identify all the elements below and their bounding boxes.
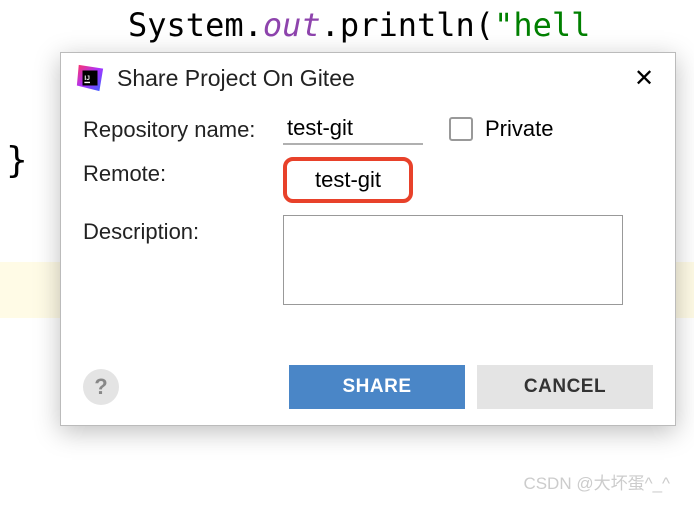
svg-text:IJ: IJ — [84, 75, 90, 82]
help-button[interactable]: ? — [83, 369, 119, 405]
intellij-icon: IJ — [75, 63, 105, 93]
repo-name-label: Repository name: — [83, 113, 283, 143]
remote-label: Remote: — [83, 157, 283, 187]
description-label: Description: — [83, 215, 283, 245]
remote-input[interactable]: test-git — [283, 157, 413, 203]
private-label: Private — [485, 116, 553, 142]
cancel-button[interactable]: CANCEL — [477, 365, 653, 409]
code-background: System.out.println("hell — [0, 6, 694, 44]
code-brace: } — [6, 140, 28, 181]
watermark: CSDN @大坏蛋^_^ — [523, 469, 670, 494]
close-icon[interactable]: ✕ — [631, 64, 657, 93]
repo-name-input[interactable] — [283, 113, 423, 145]
share-button[interactable]: SHARE — [289, 365, 465, 409]
dialog-titlebar: IJ Share Project On Gitee ✕ — [61, 53, 675, 101]
share-project-dialog: IJ Share Project On Gitee ✕ Repository n… — [60, 52, 676, 426]
description-input[interactable] — [283, 215, 623, 305]
private-checkbox[interactable] — [449, 117, 473, 141]
dialog-title: Share Project On Gitee — [117, 65, 631, 92]
